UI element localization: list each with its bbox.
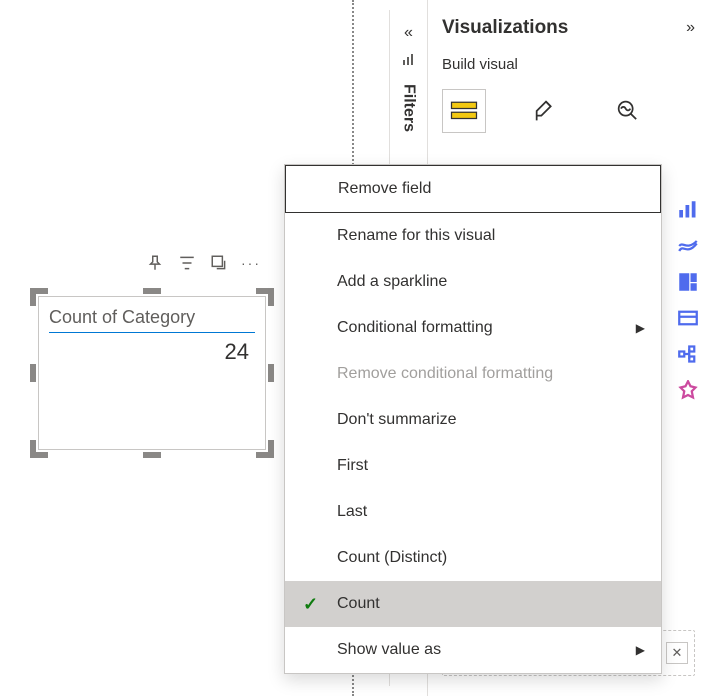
- analytics-tab[interactable]: [606, 89, 650, 133]
- filter-icon[interactable]: [178, 254, 196, 272]
- menu-item-label: First: [337, 457, 368, 475]
- resize-handle[interactable]: [143, 288, 161, 294]
- menu-item-label: Show value as: [337, 641, 441, 659]
- pin-icon[interactable]: [146, 254, 164, 272]
- menu-item-label: Conditional formatting: [337, 319, 493, 337]
- resize-handle[interactable]: [268, 440, 274, 458]
- menu-item-label: Count: [337, 595, 380, 613]
- context-menu-item[interactable]: Remove field: [285, 165, 661, 213]
- context-menu-item[interactable]: Conditional formatting ▶: [285, 305, 661, 351]
- visual-gallery[interactable]: [673, 200, 703, 400]
- column-chart-icon[interactable]: [678, 200, 698, 220]
- focus-mode-icon[interactable]: [210, 254, 228, 272]
- context-menu-item[interactable]: First: [285, 443, 661, 489]
- panel-title: Visualizations: [442, 17, 686, 39]
- card-multi-icon[interactable]: [678, 308, 698, 328]
- decomposition-tree-icon[interactable]: [678, 344, 698, 364]
- resize-handle[interactable]: [30, 364, 36, 382]
- ribbon-chart-icon[interactable]: [678, 236, 698, 256]
- build-visual-tab[interactable]: [442, 89, 486, 133]
- resize-handle[interactable]: [30, 288, 36, 306]
- card-visual[interactable]: Count of Category 24: [38, 296, 266, 450]
- bar-chart-icon: [401, 52, 417, 68]
- filters-label: Filters: [400, 84, 418, 132]
- menu-item-label: Don't summarize: [337, 411, 457, 429]
- menu-item-label: Add a sparkline: [337, 273, 447, 291]
- context-menu-item[interactable]: Count (Distinct): [285, 535, 661, 581]
- context-menu-item[interactable]: Rename for this visual: [285, 213, 661, 259]
- resize-handle[interactable]: [143, 452, 161, 458]
- submenu-arrow-icon: ▶: [636, 321, 645, 335]
- menu-item-label: Remove field: [338, 180, 431, 198]
- submenu-arrow-icon: ▶: [636, 643, 645, 657]
- checkmark-icon: ✓: [303, 594, 318, 615]
- format-visual-tab[interactable]: [524, 89, 568, 133]
- context-menu-item[interactable]: ✓ Count: [285, 581, 661, 627]
- expand-filters-icon[interactable]: «: [404, 24, 413, 42]
- panel-subtitle: Build visual: [428, 56, 709, 81]
- field-context-menu: Remove field Rename for this visual Add a …: [284, 164, 662, 674]
- context-menu-item[interactable]: Don't summarize: [285, 397, 661, 443]
- collapse-pane-icon[interactable]: »: [686, 19, 695, 37]
- menu-item-label: Remove conditional formatting: [337, 365, 553, 383]
- resize-handle[interactable]: [30, 440, 36, 458]
- card-visual-selection[interactable]: ··· Count of Category 24: [30, 288, 274, 458]
- context-menu-item: Remove conditional formatting: [285, 351, 661, 397]
- card-title: Count of Category: [49, 307, 255, 333]
- context-menu-item[interactable]: Add a sparkline: [285, 259, 661, 305]
- treemap-icon[interactable]: [678, 272, 698, 292]
- visual-toolbar: ···: [146, 254, 260, 272]
- more-options-icon[interactable]: ···: [242, 254, 260, 272]
- menu-item-label: Count (Distinct): [337, 549, 447, 567]
- resize-handle[interactable]: [268, 364, 274, 382]
- context-menu-item[interactable]: Show value as ▶: [285, 627, 661, 673]
- menu-item-label: Last: [337, 503, 367, 521]
- resize-handle[interactable]: [268, 288, 274, 306]
- remove-field-button[interactable]: ✕: [666, 642, 688, 664]
- get-visuals-icon[interactable]: [678, 380, 698, 400]
- menu-item-label: Rename for this visual: [337, 227, 495, 245]
- card-value: 24: [39, 335, 265, 365]
- context-menu-item[interactable]: Last: [285, 489, 661, 535]
- build-mode-tabs: [428, 81, 709, 139]
